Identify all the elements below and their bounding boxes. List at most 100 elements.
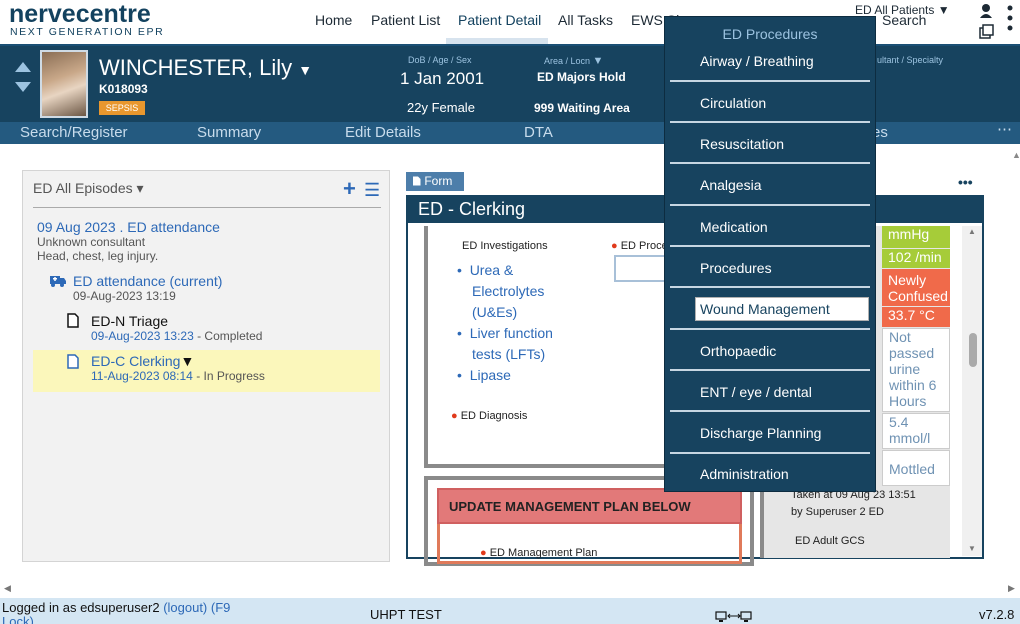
- lock-link-cont[interactable]: Lock): [2, 614, 34, 624]
- ed-procedures-dropdown: [664, 16, 876, 492]
- area-value: ED Majors Hold: [537, 70, 626, 84]
- consultant-header: ultant / Specialty: [877, 55, 944, 65]
- user-icon[interactable]: [979, 3, 993, 19]
- divider: [670, 369, 870, 371]
- patient-nav-arrows-icon[interactable]: [14, 58, 32, 98]
- nav-all-tasks[interactable]: All Tasks: [558, 12, 613, 28]
- sepsis-badge: SEPSIS: [99, 101, 145, 115]
- divider: [670, 286, 870, 288]
- attendance-title[interactable]: 09 Aug 2023 . ED attendance: [37, 219, 220, 235]
- lactate-value: 5.4 mmol/l: [882, 413, 950, 449]
- episodes-menu-icon[interactable]: ☰: [364, 180, 380, 200]
- subnav-edit-details[interactable]: Edit Details: [345, 124, 421, 141]
- document-icon: [67, 313, 79, 328]
- patient-photo: [40, 50, 88, 118]
- investigations-list: • Urea & Electrolytes (U&Es) • Liver fun…: [457, 260, 577, 386]
- clerking-form-link[interactable]: ED-C Clerking▼: [91, 353, 194, 369]
- scroll-left-icon[interactable]: ◀: [4, 583, 11, 594]
- procedures-label: ● ED Proce: [611, 240, 668, 252]
- triage-form-meta: 09-Aug-2023 13:23 - Completed: [91, 329, 263, 343]
- management-banner: UPDATE MANAGEMENT PLAN BELOW: [437, 488, 742, 524]
- lock-link[interactable]: (F9: [211, 600, 231, 615]
- logo-subtitle: NEXT GENERATION EPR: [10, 26, 165, 38]
- subnav-dta[interactable]: DTA: [524, 124, 553, 141]
- scroll-down-icon[interactable]: ▼: [968, 544, 976, 553]
- menu-item-wound-management[interactable]: Wound Management: [700, 301, 830, 317]
- divider: [33, 207, 381, 208]
- copy-window-icon[interactable]: [979, 24, 995, 40]
- nav-patient-detail[interactable]: Patient Detail: [458, 12, 541, 28]
- scroll-up-icon[interactable]: ▲: [968, 227, 976, 236]
- current-attendance-time: 09-Aug-2023 13:19: [73, 289, 176, 303]
- screen-switch-icon[interactable]: [715, 611, 753, 623]
- search-link[interactable]: Search: [882, 12, 926, 28]
- investigation-item[interactable]: • Liver function: [457, 323, 577, 344]
- scroll-thumb[interactable]: [969, 333, 977, 367]
- age-sex-value: 22y Female: [407, 100, 475, 115]
- page-scroll-up-icon[interactable]: ▲: [1012, 150, 1020, 160]
- nav-patient-list[interactable]: Patient List: [371, 12, 440, 28]
- logout-link[interactable]: (logout): [163, 600, 207, 615]
- area-header[interactable]: Area / Locn ▼: [544, 55, 603, 67]
- investigation-item-cont[interactable]: Electrolytes: [457, 281, 577, 302]
- subnav-summary[interactable]: Summary: [197, 124, 261, 141]
- form-document-icon: [413, 176, 421, 186]
- clerking-form-meta: 11-Aug-2023 08:14 - In Progress: [91, 369, 265, 383]
- dropdown-title: ED Procedures: [722, 26, 818, 42]
- logged-in-text: Logged in as edsuperuser2 (logout) (F9: [2, 600, 231, 615]
- document-icon: [67, 354, 79, 369]
- divider: [670, 121, 870, 123]
- menu-item-medication[interactable]: Medication: [700, 219, 768, 235]
- patient-mrn: K018093: [99, 82, 148, 96]
- horizontal-scrollbar[interactable]: [0, 582, 1020, 598]
- temperature-value: 33.7 °C: [882, 307, 950, 327]
- menu-item-resuscitation[interactable]: Resuscitation: [700, 136, 784, 152]
- add-episode-button[interactable]: +: [343, 178, 356, 200]
- gcs-label: ED Adult GCS: [795, 535, 865, 547]
- investigation-item[interactable]: • Urea &: [457, 260, 577, 281]
- triage-form-link[interactable]: ED-N Triage: [91, 313, 168, 329]
- investigation-item-cont[interactable]: (U&Es): [457, 302, 577, 323]
- dob-header: DoB / Age / Sex: [408, 55, 472, 65]
- form-tab[interactable]: Form: [406, 172, 464, 191]
- menu-item-discharge[interactable]: Discharge Planning: [700, 425, 821, 441]
- divider: [670, 452, 870, 454]
- menu-item-orthopaedic[interactable]: Orthopaedic: [700, 343, 776, 359]
- episodes-filter-dropdown[interactable]: ED All Episodes ▾: [33, 180, 144, 197]
- divider: [670, 410, 870, 412]
- confusion-value: Newly Confused: [882, 269, 950, 306]
- menu-item-administration[interactable]: Administration: [700, 466, 789, 482]
- urine-value: Not passed urine within 6 Hours: [882, 328, 950, 412]
- divider: [670, 328, 870, 330]
- dob-value: 1 Jan 2001: [400, 69, 485, 88]
- nav-home[interactable]: Home: [315, 12, 352, 28]
- more-vertical-icon[interactable]: [1007, 4, 1013, 34]
- subnav-overflow-icon[interactable]: ⋯: [997, 120, 1012, 138]
- nav-active-indicator: [446, 38, 548, 44]
- pulse-value: 102 /min: [882, 249, 950, 268]
- investigations-label: ED Investigations: [462, 240, 548, 252]
- menu-item-airway[interactable]: Airway / Breathing: [700, 53, 814, 69]
- scroll-right-icon[interactable]: ▶: [1008, 583, 1015, 594]
- skin-value: Mottled: [882, 450, 950, 486]
- menu-item-analgesia[interactable]: Analgesia: [700, 177, 762, 193]
- attendance-consultant: Unknown consultant: [37, 235, 146, 249]
- ambulance-icon: [50, 276, 66, 287]
- current-attendance-link[interactable]: ED attendance (current): [73, 273, 222, 289]
- environment-label: UHPT TEST: [370, 607, 442, 622]
- attendance-complaint: Head, chest, leg injury.: [37, 249, 159, 263]
- patient-name[interactable]: WINCHESTER, Lily ▼: [99, 55, 312, 81]
- form-more-icon[interactable]: •••: [958, 174, 973, 190]
- subnav-search-register[interactable]: Search/Register: [20, 124, 128, 141]
- divider: [670, 80, 870, 82]
- investigation-item[interactable]: • Lipase: [457, 365, 577, 386]
- menu-item-procedures[interactable]: Procedures: [700, 260, 772, 276]
- version-label: v7.2.8: [979, 607, 1015, 622]
- investigation-item-cont[interactable]: tests (LFTs): [457, 344, 577, 365]
- form-scrollbar[interactable]: [962, 226, 982, 556]
- menu-item-circulation[interactable]: Circulation: [700, 95, 766, 111]
- chevron-down-icon[interactable]: ▼: [298, 62, 312, 78]
- menu-item-ent[interactable]: ENT / eye / dental: [700, 384, 812, 400]
- vitals-taken-by: by Superuser 2 ED: [791, 506, 884, 518]
- divider: [670, 204, 870, 206]
